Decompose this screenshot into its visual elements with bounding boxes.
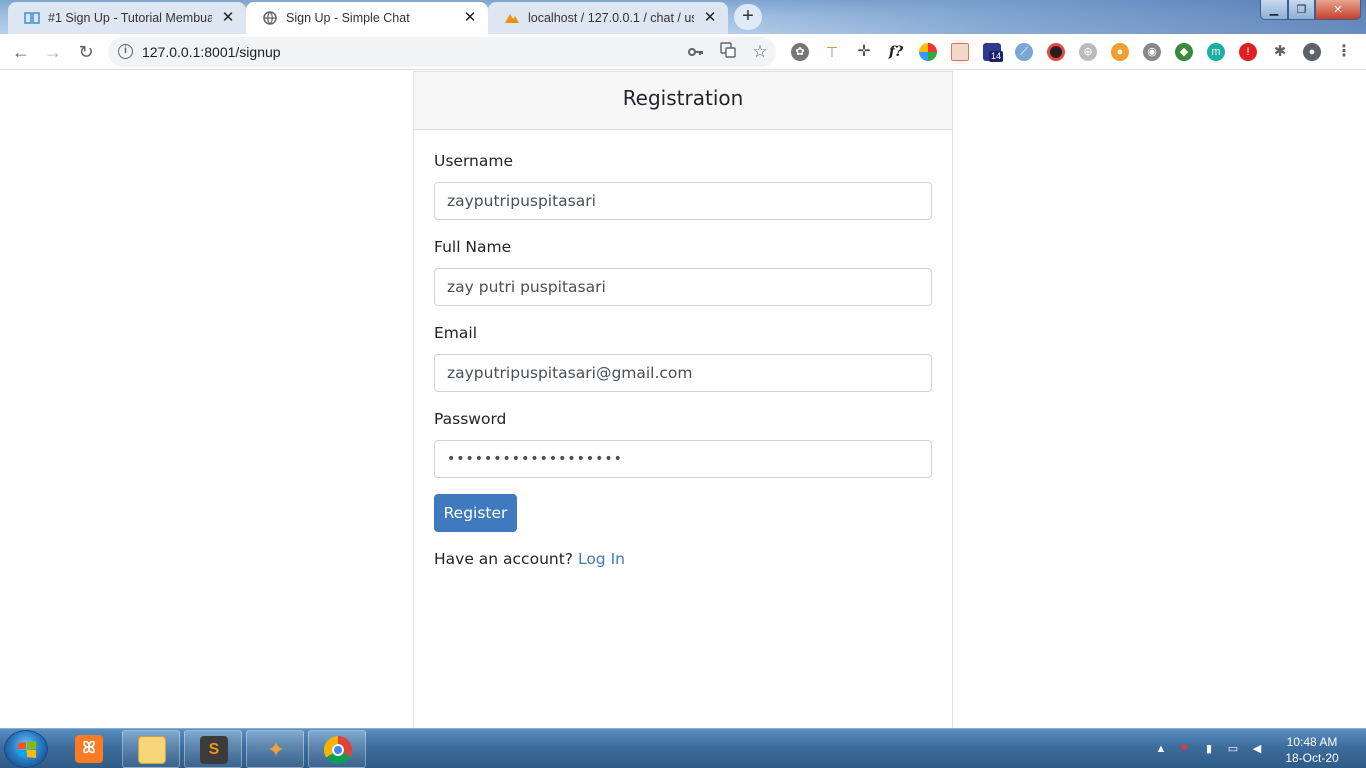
taskbar-chrome[interactable] [308,730,366,768]
account-line: Have an account? Log In [434,550,625,568]
back-button[interactable]: ← [8,40,34,64]
network-icon[interactable]: ▭ [1227,743,1239,755]
sublime-text-icon: S [200,736,228,764]
extension-badge: 14 [989,51,1004,62]
reload-button[interactable]: ↻ [73,40,99,64]
address-bar[interactable]: i 127.0.0.1:8001/signup ☆ [108,37,776,67]
tomato-extension-icon[interactable]: ◉ [1143,43,1161,61]
close-icon[interactable]: ✕ [462,10,478,26]
cookie-extension-icon[interactable]: ● [1111,43,1129,61]
tab-title: Sign Up - Simple Chat [286,11,410,25]
username-input[interactable]: zayputripuspitasari [434,182,932,220]
email-label: Email [434,324,478,342]
url-text[interactable]: 127.0.0.1:8001/signup [142,44,281,60]
volume-icon[interactable]: ◀ [1251,743,1263,755]
record-extension-icon[interactable] [1047,43,1065,61]
browser-titlebar: #1 Sign Up - Tutorial Membuat C ✕ Sign U… [0,0,1366,34]
clock-date: 18-Oct-20 [1285,751,1339,765]
formula-extension-icon[interactable]: f? [887,43,905,61]
email-input[interactable]: zayputripuspitasari@gmail.com [434,354,932,392]
info-icon[interactable]: i [118,44,133,59]
password-input[interactable]: ••••••••••••••••••• [434,440,932,478]
show-hidden-icons-icon[interactable]: ▲ [1155,743,1167,755]
clock[interactable]: 10:48 AM 18-Oct-20 [1276,734,1348,766]
tab-signup[interactable]: Sign Up - Simple Chat ✕ [246,2,488,34]
page-content: Registration Username zayputripuspitasar… [0,71,1366,728]
username-group: Username zayputripuspitasari [434,152,932,220]
move-extension-icon[interactable]: ✛ [855,43,873,61]
tab-phpmyadmin[interactable]: localhost / 127.0.0.1 / chat / user ✕ [488,2,728,34]
card-header: Registration [414,72,952,130]
diamond-extension-icon[interactable]: ◆ [1175,43,1193,61]
puzzle-icon[interactable]: ✱ [1271,43,1289,61]
key-icon[interactable] [686,42,706,62]
chrome-icon [324,736,352,764]
tab-title: localhost / 127.0.0.1 / chat / user [528,11,694,25]
close-icon: ✕ [1333,4,1343,16]
settings-extension-icon[interactable]: ✿ [791,43,809,61]
password-group: Password ••••••••••••••••••• [434,410,932,478]
window-extension-icon[interactable] [951,43,969,61]
battery-icon[interactable]: ▮ [1203,743,1215,755]
browser-toolbar: ← → ↻ i 127.0.0.1:8001/signup ☆ ✿ ⊤ ✛ f?… [0,34,1366,70]
close-icon[interactable]: ✕ [220,10,236,26]
page-title: Registration [622,86,744,110]
clock-time: 10:48 AM [1286,735,1338,749]
taskbar-app[interactable]: ✦ [246,730,304,768]
feather-extension-icon[interactable]: ⟋ [1015,43,1033,61]
taskbar-xampp[interactable]: ꕤ [60,730,118,768]
color-picker-extension-icon[interactable] [919,43,937,61]
translate-icon[interactable] [718,42,738,62]
globe-extension-icon[interactable]: ⊕ [1079,43,1097,61]
xampp-icon: ꕤ [75,735,103,763]
m-extension-icon[interactable]: m [1207,43,1225,61]
new-tab-button[interactable]: + [734,4,762,30]
close-icon[interactable]: ✕ [702,10,718,26]
maximize-button[interactable]: ❐ [1288,0,1315,20]
menu-icon[interactable]: ⋮ [1335,43,1353,61]
minimize-icon: ▁ [1269,4,1279,16]
start-button[interactable] [4,730,48,768]
tab-title: #1 Sign Up - Tutorial Membuat C [48,11,212,25]
email-group: Email zayputripuspitasari@gmail.com [434,324,932,392]
tab-tutorial[interactable]: #1 Sign Up - Tutorial Membuat C ✕ [8,2,246,34]
star-icon[interactable]: ☆ [750,42,770,62]
taskbar-explorer[interactable] [122,730,180,768]
folder-icon [138,736,166,764]
username-label: Username [434,152,514,170]
login-link[interactable]: Log In [578,550,625,568]
tool-icon: ✦ [266,737,286,762]
account-prompt: Have an account? [434,550,574,568]
fullname-group: Full Name zay putri puspitasari [434,238,932,306]
fullname-label: Full Name [434,238,512,256]
taskbar-sublime[interactable]: S [184,730,242,768]
globe-icon [262,10,278,26]
registration-card: Registration Username zayputripuspitasar… [413,71,953,728]
reload-icon: ↻ [78,42,94,62]
forward-button[interactable]: → [40,40,66,64]
windows-logo-icon [18,741,36,758]
restore-icon: ❐ [1296,4,1307,16]
phpmyadmin-icon [504,10,520,26]
arrow-left-icon: ← [12,42,30,62]
taskbar: ꕤ S ✦ ▲ ⚑ ▮ ▭ ◀ 10:48 AM 18-Oct-20 [0,728,1366,768]
shield-extension-icon[interactable]: ! [1239,43,1257,61]
action-center-icon[interactable]: ⚑ [1178,743,1190,755]
graduation-extension-icon[interactable]: 14 [983,43,1004,62]
profile-icon[interactable]: ● [1303,43,1321,61]
book-icon [24,10,40,26]
arrow-right-icon: → [44,42,62,62]
password-label: Password [434,410,507,428]
close-window-button[interactable]: ✕ [1315,0,1361,20]
fullname-input[interactable]: zay putri puspitasari [434,268,932,306]
hammer-extension-icon[interactable]: ⊤ [823,43,841,61]
register-button[interactable]: Register [434,494,517,532]
minimize-button[interactable]: ▁ [1260,0,1288,20]
